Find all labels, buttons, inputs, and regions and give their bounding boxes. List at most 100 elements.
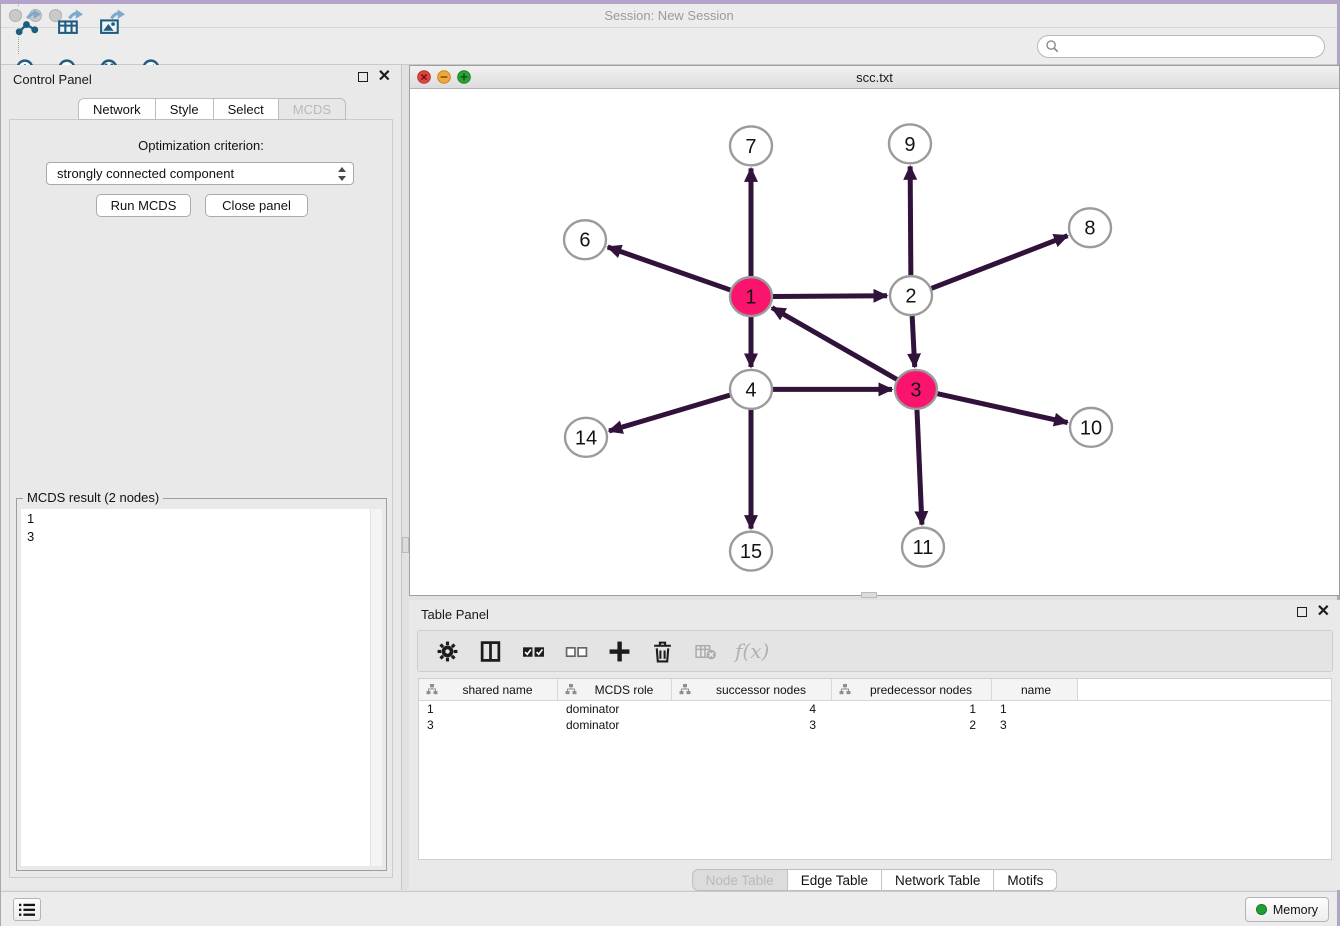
export-network-icon bbox=[14, 9, 41, 36]
graph-node-6[interactable]: 6 bbox=[564, 220, 606, 259]
search-input[interactable] bbox=[1064, 38, 1324, 56]
table-close-panel-icon[interactable]: ✕ bbox=[1317, 606, 1330, 618]
graph-node-label: 9 bbox=[904, 134, 915, 156]
criterion-dropdown[interactable]: strongly connected component bbox=[46, 162, 354, 185]
graph-node-label: 8 bbox=[1084, 218, 1095, 240]
mcds-result-legend: MCDS result (2 nodes) bbox=[23, 490, 163, 505]
close-panel-icon[interactable]: ✕ bbox=[378, 71, 391, 83]
column-hierarchy-icon bbox=[839, 684, 851, 695]
graph-edge-2-3[interactable] bbox=[912, 316, 915, 367]
table-cell[interactable]: 4 bbox=[672, 701, 832, 717]
graph-node-label: 1 bbox=[745, 287, 756, 309]
mcds-result-box: MCDS result (2 nodes) 13 bbox=[16, 498, 387, 871]
export-network-button[interactable] bbox=[9, 7, 45, 37]
table-tabs: Node TableEdge TableNetwork TableMotifs bbox=[692, 869, 1058, 891]
table-panel: Table Panel ✕ f(x) shared nameMCDS roles… bbox=[409, 600, 1340, 890]
graph-node-9[interactable]: 9 bbox=[889, 124, 931, 163]
graph-node-15[interactable]: 15 bbox=[730, 532, 772, 571]
export-image-icon bbox=[98, 9, 125, 36]
clear-table-icon bbox=[694, 640, 717, 663]
column-hierarchy-icon bbox=[565, 684, 577, 695]
table-cell[interactable]: 1 bbox=[832, 701, 992, 717]
function-builder-button[interactable]: f(x) bbox=[735, 639, 769, 663]
graph-node-label: 11 bbox=[913, 537, 934, 559]
clear-table-button[interactable] bbox=[692, 638, 718, 664]
search-field[interactable] bbox=[1037, 35, 1325, 58]
graph-node-2[interactable]: 2 bbox=[890, 276, 932, 315]
graph-edge-2-8[interactable] bbox=[932, 236, 1068, 289]
delete-column-button[interactable] bbox=[649, 638, 675, 664]
export-image-button[interactable] bbox=[93, 7, 129, 37]
column-hierarchy-icon bbox=[679, 684, 691, 695]
table-cell[interactable]: 2 bbox=[832, 717, 992, 733]
graph-node-3[interactable]: 3 bbox=[895, 370, 937, 409]
graph-node-label: 14 bbox=[575, 427, 597, 449]
column-header-MCDS-role[interactable]: MCDS role bbox=[558, 679, 672, 700]
column-header-shared-name[interactable]: shared name bbox=[419, 679, 558, 700]
export-table-button[interactable] bbox=[51, 7, 87, 37]
graph-node-11[interactable]: 11 bbox=[902, 528, 944, 567]
table-row[interactable]: 3dominator323 bbox=[419, 717, 1331, 733]
deselect-all-button[interactable] bbox=[563, 638, 589, 664]
tab-select[interactable]: Select bbox=[214, 98, 279, 120]
close-panel-button[interactable]: Close panel bbox=[205, 194, 308, 217]
tab-mcds[interactable]: MCDS bbox=[279, 98, 346, 120]
task-history-button[interactable] bbox=[13, 898, 41, 921]
graph-edge-1-2[interactable] bbox=[773, 296, 887, 297]
table-toolbar: f(x) bbox=[417, 630, 1333, 672]
column-header-successor-nodes[interactable]: successor nodes bbox=[672, 679, 832, 700]
graph-node-label: 15 bbox=[740, 541, 762, 563]
table-cell[interactable]: 3 bbox=[672, 717, 832, 733]
table-cell[interactable]: 3 bbox=[992, 717, 1078, 733]
column-header-name[interactable]: name bbox=[992, 679, 1078, 700]
table-row[interactable]: 1dominator411 bbox=[419, 701, 1331, 717]
column-toggle-button[interactable] bbox=[477, 638, 503, 664]
table-float-panel-icon[interactable] bbox=[1297, 607, 1307, 617]
control-panel-tabs: NetworkStyleSelectMCDS bbox=[78, 98, 346, 120]
column-hierarchy-icon bbox=[426, 684, 438, 695]
table-cell[interactable]: dominator bbox=[558, 701, 672, 717]
vertical-splitter-handle[interactable] bbox=[402, 537, 409, 553]
tab-network-table[interactable]: Network Table bbox=[882, 869, 994, 891]
table-cell[interactable]: 1 bbox=[419, 701, 558, 717]
graph-node-14[interactable]: 14 bbox=[565, 418, 607, 457]
table-cell[interactable]: 3 bbox=[419, 717, 558, 733]
tab-motifs[interactable]: Motifs bbox=[994, 869, 1057, 891]
tab-network[interactable]: Network bbox=[78, 98, 156, 120]
graph-edge-2-9[interactable] bbox=[910, 166, 911, 275]
task-list-icon bbox=[17, 902, 37, 918]
graph-node-10[interactable]: 10 bbox=[1070, 408, 1112, 447]
network-canvas[interactable]: 1 2 3 4 6 7 8 9 10 11 14 15 bbox=[410, 89, 1339, 595]
result-scrollbar[interactable] bbox=[370, 509, 382, 866]
run-mcds-button[interactable]: Run MCDS bbox=[96, 194, 191, 217]
table-settings-button[interactable] bbox=[434, 638, 460, 664]
toolbar-separator bbox=[18, 0, 19, 6]
select-all-button[interactable] bbox=[520, 638, 546, 664]
graph-edge-3-1[interactable] bbox=[772, 308, 897, 380]
network-view-window: scc.txt 1 2 3 4 6 7 8 9 10 11 14 15 bbox=[409, 65, 1340, 596]
graph-edge-4-14[interactable] bbox=[609, 395, 730, 431]
mcds-result-list[interactable]: 13 bbox=[21, 509, 382, 866]
graph-node-label: 3 bbox=[910, 379, 921, 401]
tab-node-table[interactable]: Node Table bbox=[692, 869, 788, 891]
export-table-icon bbox=[56, 9, 83, 36]
memory-button[interactable]: Memory bbox=[1245, 897, 1329, 922]
network-window-title: scc.txt bbox=[410, 70, 1339, 85]
network-window-titlebar[interactable]: scc.txt bbox=[410, 66, 1339, 89]
graph-node-7[interactable]: 7 bbox=[730, 126, 772, 165]
table-cell[interactable]: dominator bbox=[558, 717, 672, 733]
graph-edge-3-10[interactable] bbox=[937, 394, 1067, 423]
tab-style[interactable]: Style bbox=[156, 98, 214, 120]
float-panel-icon[interactable] bbox=[358, 72, 368, 82]
graph-edge-3-11[interactable] bbox=[917, 410, 922, 525]
tab-edge-table[interactable]: Edge Table bbox=[788, 869, 882, 891]
horizontal-splitter-handle[interactable] bbox=[861, 592, 877, 598]
table-cell[interactable]: 1 bbox=[992, 701, 1078, 717]
add-column-button[interactable] bbox=[606, 638, 632, 664]
graph-node-1[interactable]: 1 bbox=[730, 277, 772, 316]
graph-node-8[interactable]: 8 bbox=[1069, 208, 1111, 247]
graph-edge-1-6[interactable] bbox=[608, 247, 730, 290]
select-all-icon bbox=[522, 640, 545, 663]
column-header-predecessor-nodes[interactable]: predecessor nodes bbox=[832, 679, 992, 700]
graph-node-4[interactable]: 4 bbox=[730, 370, 772, 409]
